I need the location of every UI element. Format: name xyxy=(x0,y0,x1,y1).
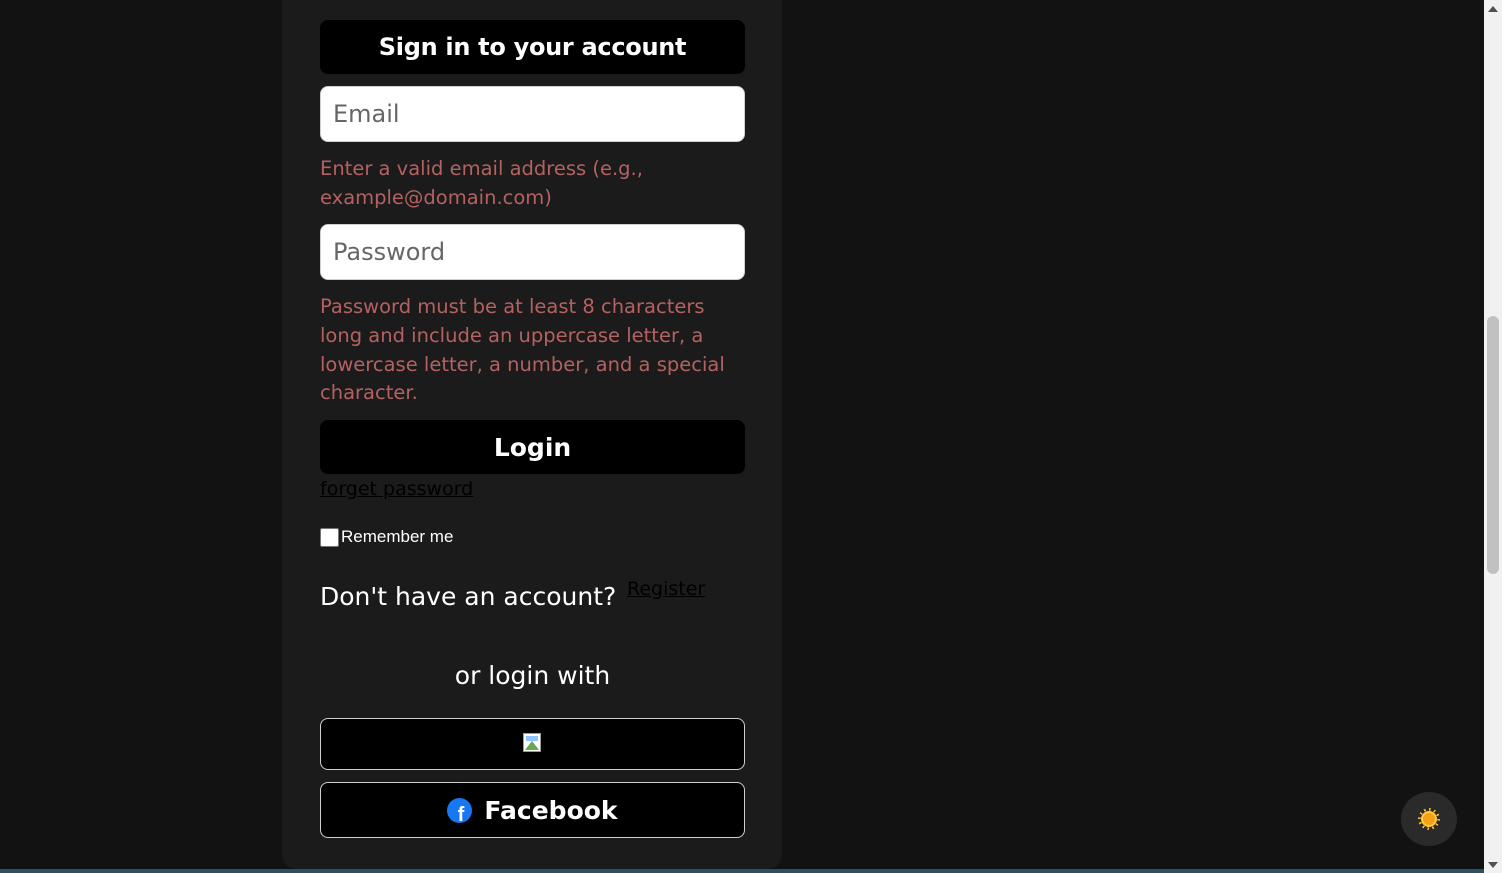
forget-password-link[interactable]: forget password xyxy=(320,478,473,500)
scroll-up-arrow-icon[interactable] xyxy=(1484,0,1502,17)
scrollbar-thumb[interactable] xyxy=(1487,316,1499,574)
page: Sign in to your account Enter a valid em… xyxy=(0,0,1502,873)
no-account-text: Don't have an account? xyxy=(320,582,617,611)
login-button[interactable]: Login xyxy=(320,420,745,474)
email-error-message: Enter a valid email address (e.g., examp… xyxy=(320,157,643,209)
email-input[interactable] xyxy=(320,86,745,142)
vertical-scrollbar[interactable] xyxy=(1484,0,1502,873)
facebook-label: Facebook xyxy=(484,795,618,825)
google-login-button[interactable] xyxy=(320,718,745,770)
facebook-login-button[interactable]: f Facebook xyxy=(320,782,745,838)
facebook-icon: f xyxy=(447,797,473,823)
scroll-down-arrow-icon[interactable] xyxy=(1484,856,1502,873)
remember-me-checkbox[interactable] xyxy=(320,528,339,547)
remember-me[interactable]: Remember me xyxy=(320,526,453,547)
password-input[interactable] xyxy=(320,224,745,280)
bottom-divider xyxy=(0,869,1484,873)
password-error-message: Password must be at least 8 characters l… xyxy=(320,295,725,405)
or-login-with-text: or login with xyxy=(454,661,611,690)
sun-icon xyxy=(1418,808,1440,830)
form-title: Sign in to your account xyxy=(320,20,745,74)
remember-me-label: Remember me xyxy=(341,526,454,546)
register-link[interactable]: Register xyxy=(627,578,705,600)
theme-toggle-button[interactable] xyxy=(1401,792,1457,846)
broken-image-icon xyxy=(522,733,543,755)
